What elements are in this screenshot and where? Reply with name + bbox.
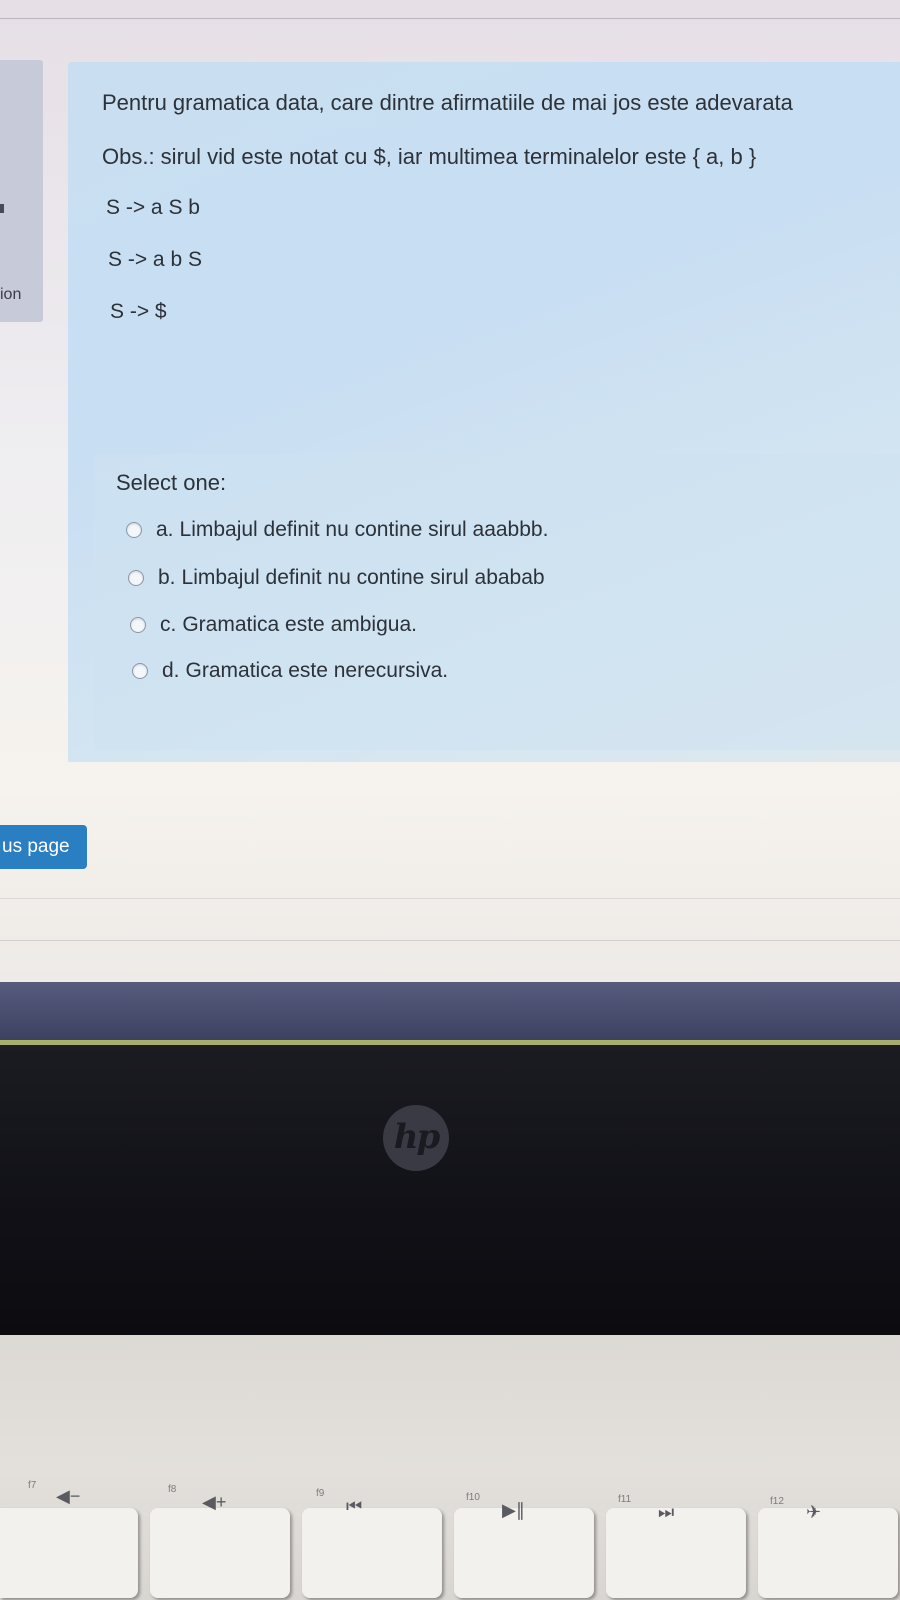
question-box: Pentru gramatica data, care dintre afirm… xyxy=(68,62,900,762)
question-note: Obs.: sirul vid este notat cu $, iar mul… xyxy=(102,144,757,169)
option-letter: d. xyxy=(162,659,180,682)
option-letter: a. xyxy=(156,518,174,541)
grammar-rule: S -> a b S xyxy=(108,248,202,271)
key-fn-label: f12 xyxy=(770,1496,784,1507)
airplane-mode-icon: ✈ xyxy=(806,1502,822,1522)
key-f8[interactable]: f8 ◀+ xyxy=(150,1484,290,1598)
key-f12[interactable]: f12 ✈ xyxy=(758,1496,898,1598)
option-text: Limbajul definit nu contine sirul ababab xyxy=(181,566,545,589)
answer-option-a[interactable]: a. Limbajul definit nu contine sirul aaa… xyxy=(126,518,548,542)
key-fn-label: f7 xyxy=(28,1480,37,1491)
next-track-icon: ⏭ xyxy=(658,1502,675,1522)
option-letter: c. xyxy=(160,613,177,636)
taskbar xyxy=(0,982,900,1040)
key-f11[interactable]: f11 ⏭ xyxy=(606,1494,746,1598)
radio-button[interactable] xyxy=(126,522,142,538)
option-text: Limbajul definit nu contine sirul aaabbb… xyxy=(179,518,549,541)
previous-page-button[interactable]: us page xyxy=(0,825,87,869)
key-f9[interactable]: f9 ⏮ xyxy=(302,1488,442,1598)
answer-option-b[interactable]: b. Limbajul definit nu contine sirul aba… xyxy=(128,566,545,590)
divider xyxy=(0,18,900,19)
option-text: Gramatica este nerecursiva. xyxy=(185,659,449,682)
side-panel-text: ion xyxy=(0,286,22,303)
key-fn-label: f10 xyxy=(466,1492,480,1503)
volume-up-icon: ◀+ xyxy=(202,1492,227,1512)
grammar-rule: S -> a S b xyxy=(106,196,200,219)
key-f7[interactable]: f7 ◀− xyxy=(0,1480,138,1598)
answer-area xyxy=(94,454,900,750)
select-one-label: Select one: xyxy=(116,470,227,495)
key-fn-label: f8 xyxy=(168,1484,177,1495)
answer-option-c[interactable]: c. Gramatica este ambigua. xyxy=(130,613,417,637)
answer-option-d[interactable]: d. Gramatica este nerecursiva. xyxy=(132,659,448,683)
side-panel-marker xyxy=(0,204,4,213)
grammar-rule: S -> $ xyxy=(110,300,167,323)
previous-track-icon: ⏮ xyxy=(346,1496,363,1516)
laptop-bezel xyxy=(0,1045,900,1335)
key-fn-label: f11 xyxy=(618,1494,632,1505)
divider xyxy=(0,898,900,899)
hp-logo: hp xyxy=(383,1105,449,1171)
volume-down-icon: ◀− xyxy=(56,1486,81,1506)
radio-button[interactable] xyxy=(132,663,148,679)
question-info-panel xyxy=(0,60,43,322)
divider xyxy=(0,940,900,941)
key-fn-label: f9 xyxy=(316,1488,325,1499)
browser-screen: ion Pentru gramatica data, care dintre a… xyxy=(0,0,900,1040)
question-text: Pentru gramatica data, care dintre afirm… xyxy=(102,90,793,115)
option-letter: b. xyxy=(158,566,176,589)
radio-button[interactable] xyxy=(128,570,144,586)
play-pause-icon: ▶∥ xyxy=(502,1500,525,1520)
option-text: Gramatica este ambigua. xyxy=(182,613,417,636)
key-f10[interactable]: f10 ▶∥ xyxy=(454,1492,594,1598)
radio-button[interactable] xyxy=(130,617,146,633)
